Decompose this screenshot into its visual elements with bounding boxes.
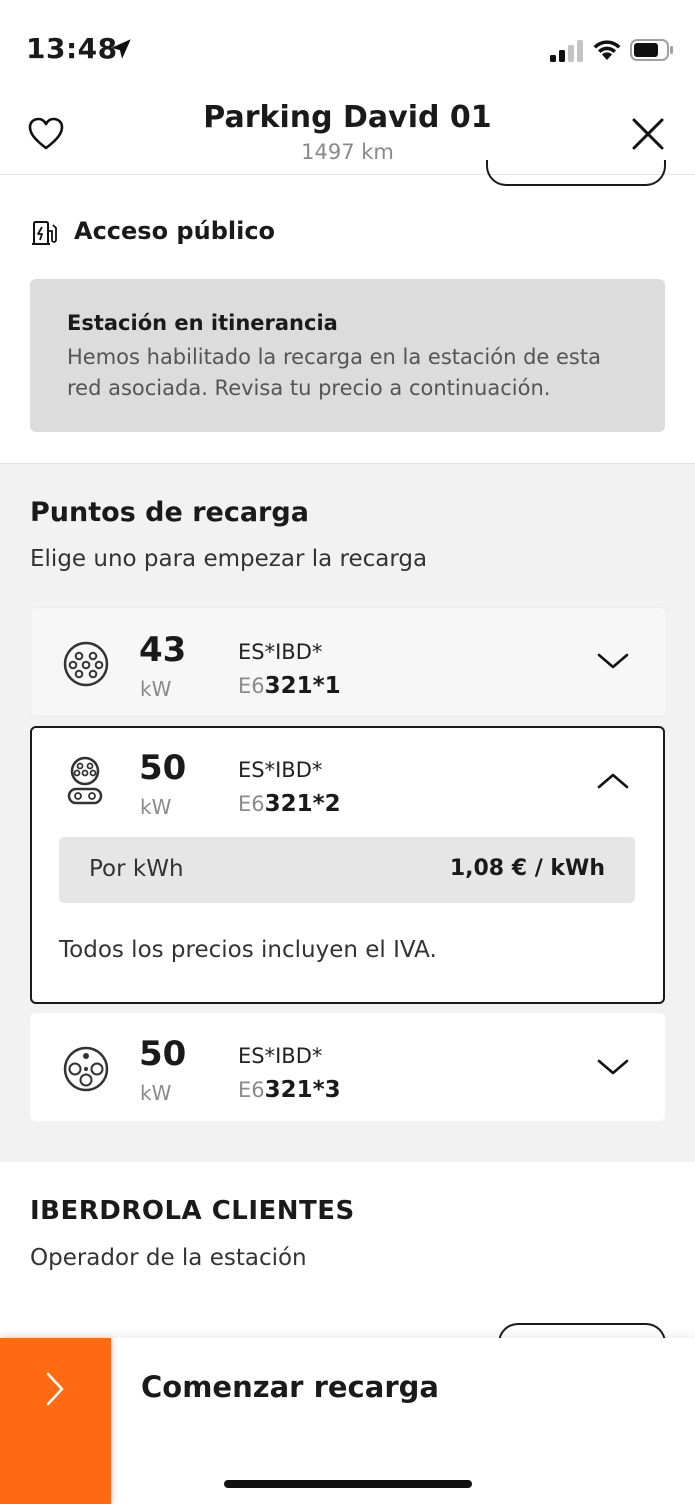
price-label: Por kWh — [89, 856, 184, 882]
power-unit: kW — [140, 677, 172, 701]
power-unit: kW — [140, 1081, 172, 1105]
connector-code-station: E6 — [238, 792, 265, 816]
connector-code: E6321*2 — [238, 791, 341, 817]
charge-points-title: Puntos de recarga — [30, 497, 309, 528]
roaming-title: Estación en itinerancia — [67, 311, 338, 335]
ccs-connector-icon — [67, 756, 103, 805]
close-icon[interactable] — [628, 114, 668, 154]
charge-points-subtitle: Elige uno para empezar la recarga — [30, 546, 428, 572]
battery-icon — [630, 39, 673, 61]
charge-point-card[interactable] — [30, 607, 667, 717]
operator-name: IBERDROLA CLIENTES — [30, 1196, 355, 1226]
power-value: 50 — [139, 748, 187, 788]
operator-subtitle: Operador de la estación — [30, 1245, 307, 1271]
charging-station-icon — [32, 221, 57, 245]
power-value: 43 — [139, 630, 187, 670]
connector-code-number: 321*2 — [264, 791, 341, 817]
connector-code: E6321*3 — [238, 1077, 341, 1103]
type2-connector-icon — [63, 641, 109, 687]
connector-code-number: 321*1 — [264, 673, 341, 699]
page-title: Parking David 01 — [203, 100, 492, 135]
connector-code: E6321*1 — [238, 673, 341, 699]
chevron-up-icon[interactable] — [596, 770, 630, 792]
connector-code-prefix: ES*IBD* — [238, 640, 323, 664]
chevron-right-icon — [46, 1372, 64, 1406]
charge-point-card[interactable] — [30, 1013, 665, 1121]
start-charging-slider-button[interactable] — [0, 1338, 111, 1504]
distance-label: 1497 km — [301, 140, 394, 164]
power-unit: kW — [140, 795, 172, 819]
location-arrow-icon — [111, 39, 131, 59]
connector-code-number: 321*3 — [264, 1077, 341, 1103]
chademo-connector-icon — [63, 1046, 109, 1092]
power-value: 50 — [139, 1034, 187, 1074]
chevron-down-icon[interactable] — [596, 650, 630, 672]
roaming-text: Hemos habilitado la recarga en la estaci… — [67, 345, 601, 400]
vat-note: Todos los precios incluyen el IVA. — [59, 937, 437, 963]
wifi-icon — [593, 40, 621, 60]
cellular-signal-icon — [550, 40, 583, 62]
chevron-down-icon[interactable] — [596, 1056, 630, 1078]
access-label: Acceso público — [74, 217, 276, 245]
connector-code-prefix: ES*IBD* — [238, 1044, 323, 1068]
home-indicator — [224, 1480, 472, 1488]
connector-code-station: E6 — [238, 1078, 265, 1102]
status-time: 13:48 — [26, 32, 118, 65]
start-charging-label[interactable]: Comenzar recarga — [141, 1370, 439, 1404]
connector-code-prefix: ES*IBD* — [238, 758, 323, 782]
price-value: 1,08 € / kWh — [449, 856, 605, 881]
connector-code-station: E6 — [238, 674, 265, 698]
